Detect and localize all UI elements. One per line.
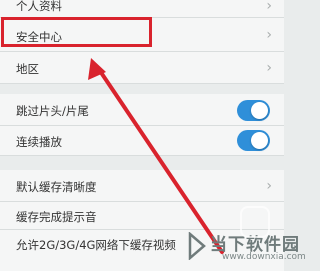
watermark-url: www.downxia.com bbox=[222, 252, 306, 262]
watermark-logo-icon bbox=[188, 232, 206, 260]
settings-screen: 个人资料 › 安全中心 › 地区 › 跳过片头/片尾 连续播放 默认缓存清晰度 … bbox=[0, 0, 306, 271]
hand-icon bbox=[240, 206, 270, 238]
